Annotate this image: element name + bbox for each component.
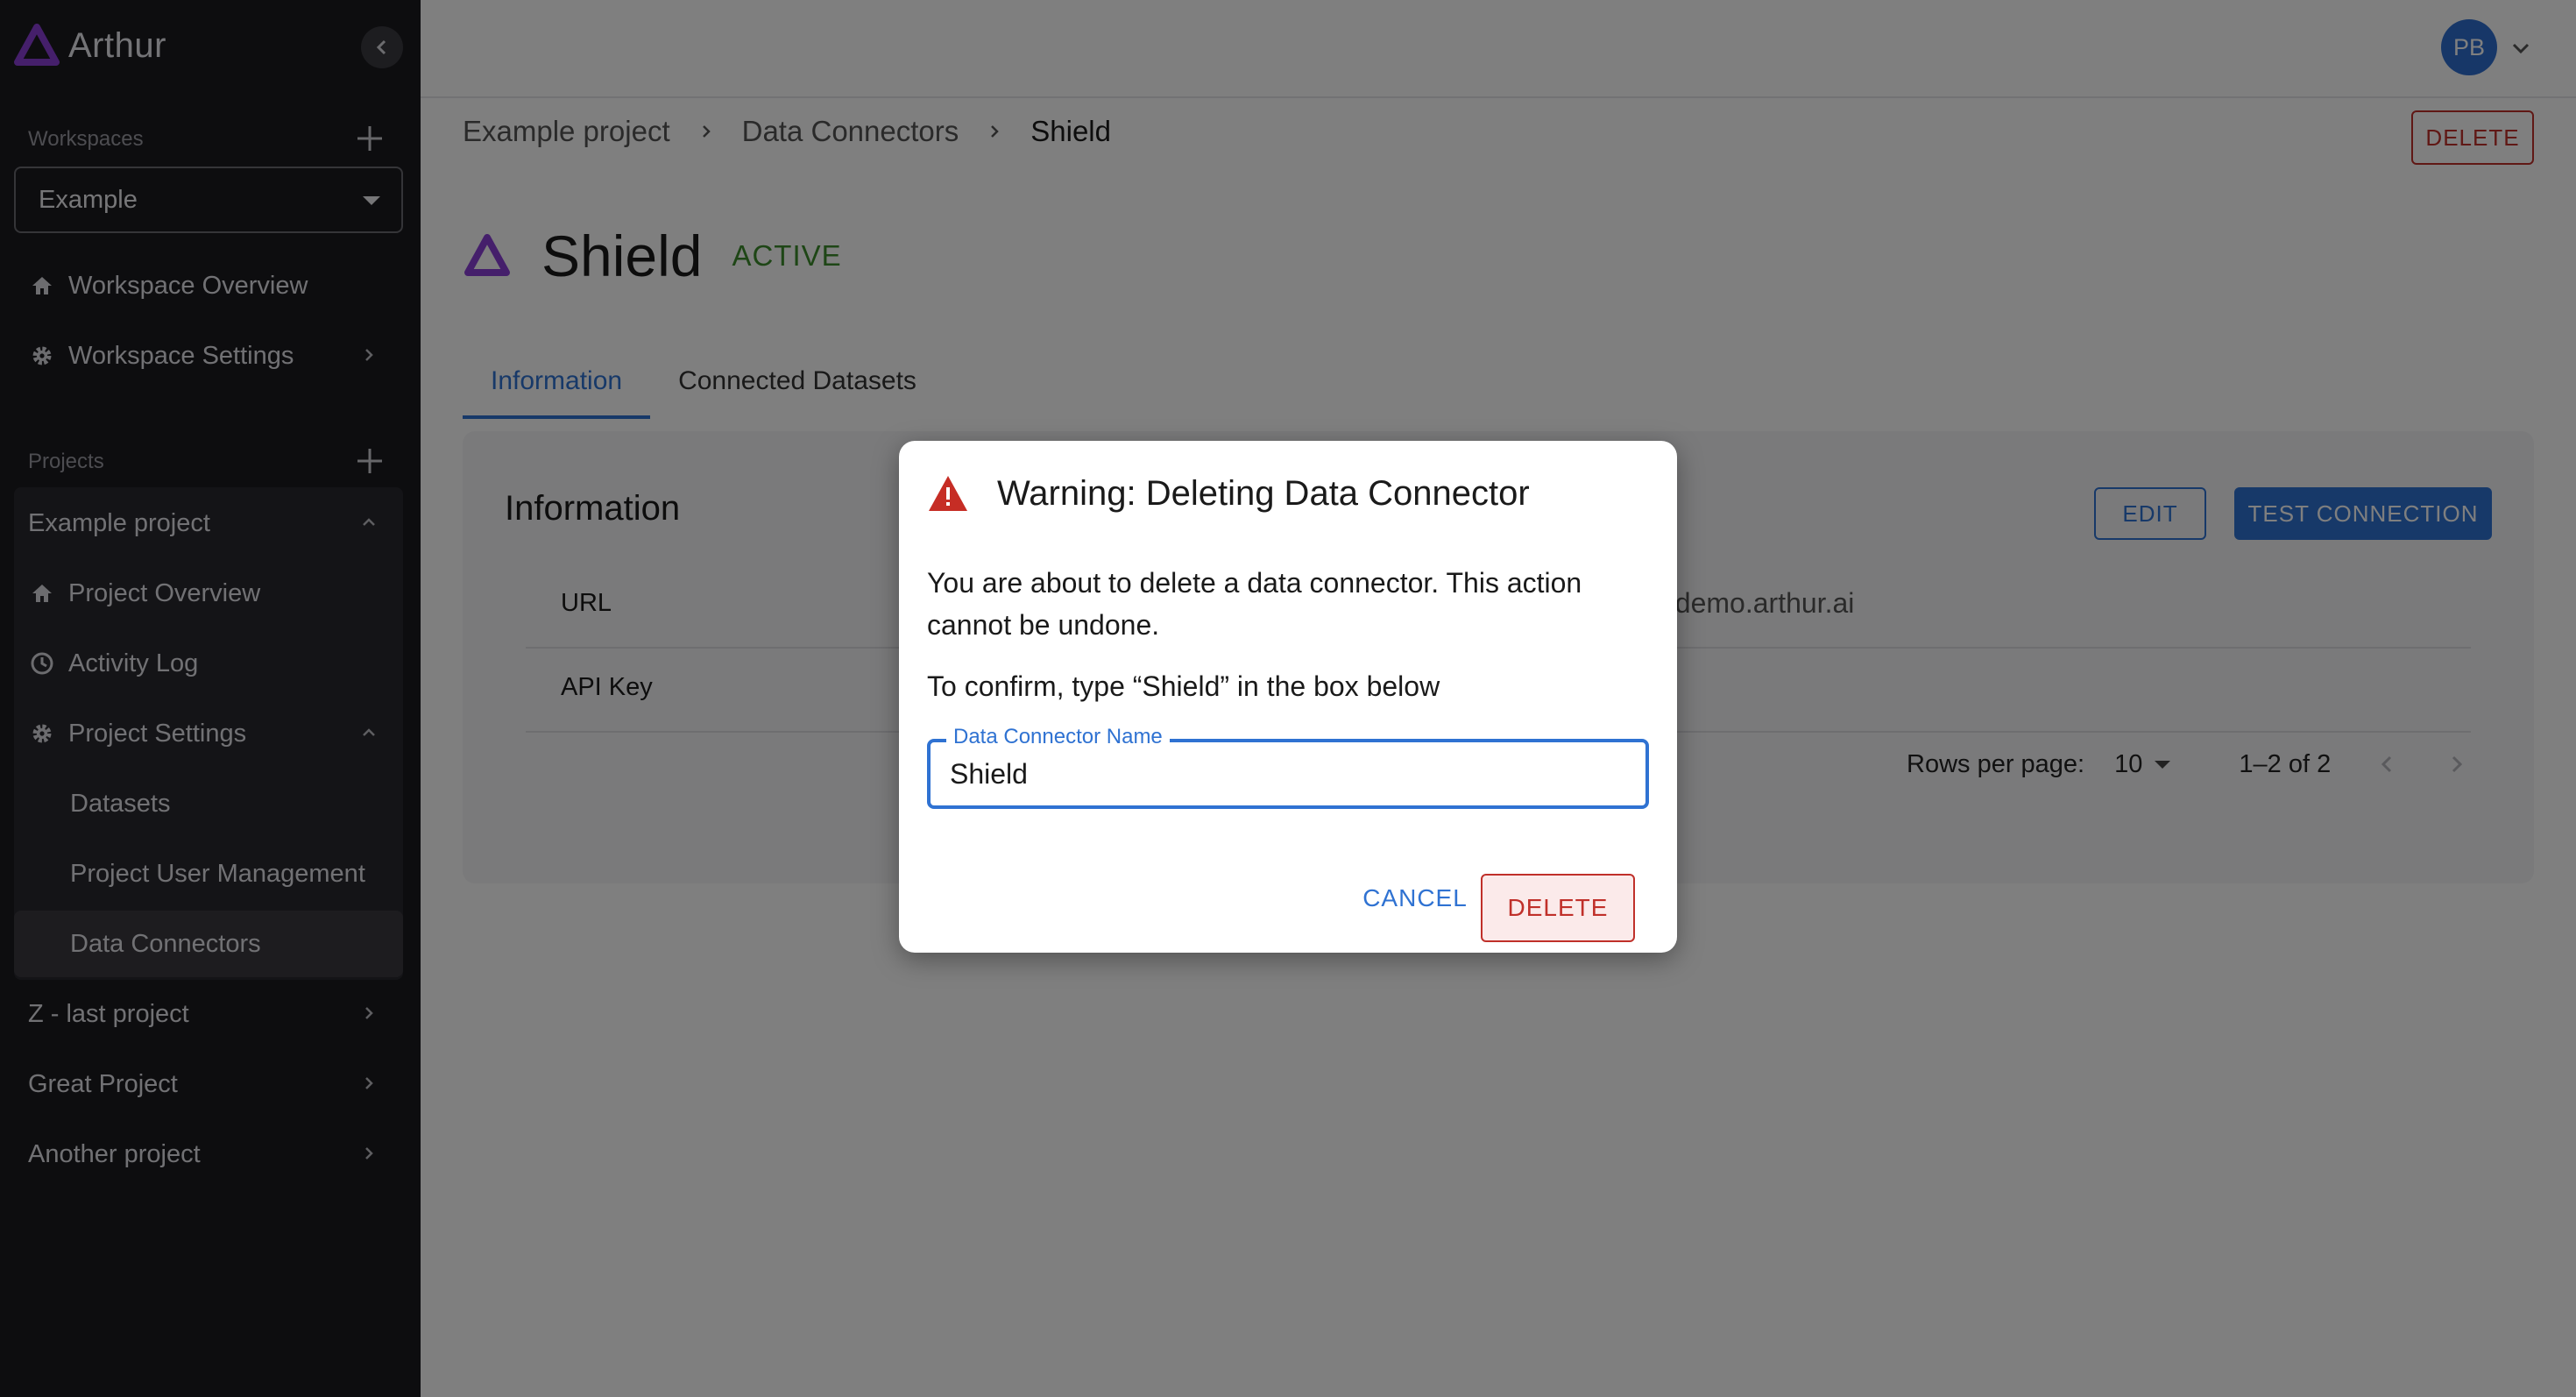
dialog-title: Warning: Deleting Data Connector — [997, 473, 1530, 513]
confirm-delete-button[interactable]: DELETE — [1481, 874, 1635, 942]
delete-confirmation-dialog: Warning: Deleting Data Connector You are… — [899, 441, 1677, 953]
dialog-header: Warning: Deleting Data Connector — [927, 467, 1530, 520]
field-label: Data Connector Name — [946, 725, 1170, 749]
cancel-button[interactable]: CANCEL — [1341, 872, 1490, 925]
connector-name-field: Data Connector Name — [927, 725, 1649, 809]
warning-icon — [929, 476, 967, 511]
dialog-confirm-instructions: To confirm, type “Shield” in the box bel… — [927, 670, 1440, 702]
connector-name-input[interactable] — [950, 755, 1616, 793]
dialog-message: You are about to delete a data connector… — [927, 567, 1582, 641]
